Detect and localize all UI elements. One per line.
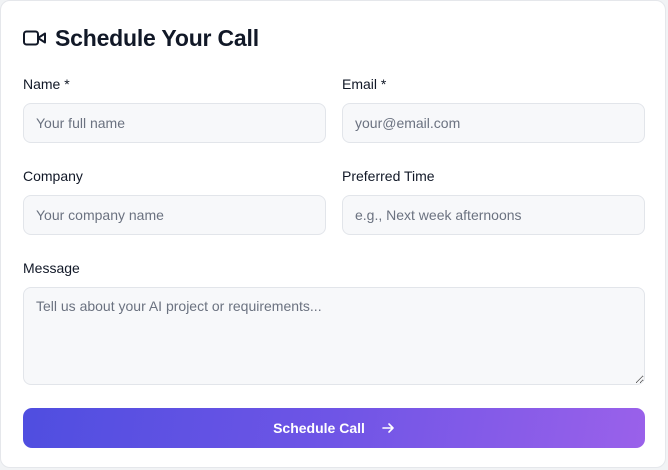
email-input[interactable]: [342, 103, 645, 143]
company-label: Company: [23, 168, 83, 184]
preferred-time-label: Preferred Time: [342, 168, 435, 184]
company-field-group: Company: [23, 167, 326, 235]
message-field-group: Message: [23, 259, 645, 385]
header: Schedule Your Call: [23, 23, 259, 53]
name-field-group: Name *: [23, 75, 326, 143]
preferred-time-field-group: Preferred Time: [342, 167, 645, 235]
name-label: Name *: [23, 76, 70, 92]
video-camera-icon: [23, 29, 47, 47]
message-textarea[interactable]: [23, 287, 645, 385]
name-input[interactable]: [23, 103, 326, 143]
company-input[interactable]: [23, 195, 326, 235]
schedule-call-card: Schedule Your Call Name * Email * Compan…: [0, 0, 666, 468]
arrow-right-icon: [381, 421, 395, 435]
email-label: Email *: [342, 76, 387, 92]
preferred-time-input[interactable]: [342, 195, 645, 235]
email-field-group: Email *: [342, 75, 645, 143]
schedule-call-button[interactable]: Schedule Call: [23, 408, 645, 448]
page-title: Schedule Your Call: [55, 24, 259, 51]
message-label: Message: [23, 260, 80, 276]
schedule-call-label: Schedule Call: [273, 420, 365, 436]
